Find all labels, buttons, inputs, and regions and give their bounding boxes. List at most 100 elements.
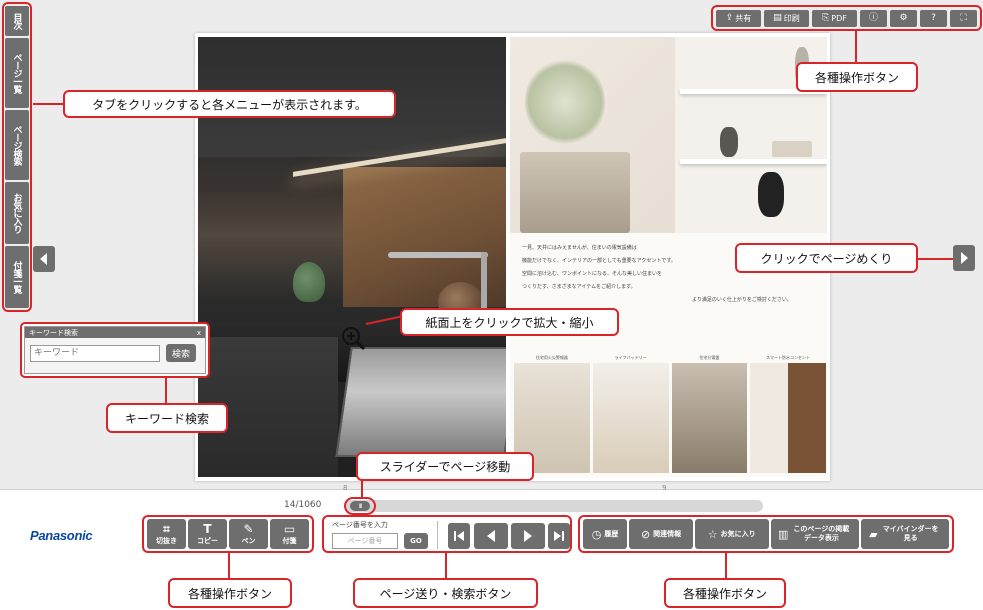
plant-image <box>293 262 325 302</box>
info-button[interactable]: ⓘ <box>860 9 887 27</box>
connector-line <box>725 553 727 578</box>
last-page-button[interactable] <box>548 523 570 549</box>
pdf-label: PDF <box>831 13 847 23</box>
connector-line <box>445 553 447 578</box>
sticky-note-button[interactable]: ▭ 付箋 <box>270 519 309 549</box>
arrow-left-icon <box>40 253 47 265</box>
tab-contents[interactable]: 目次 <box>5 6 29 36</box>
thumbnail-caption: スマート防水コンセント <box>766 355 811 360</box>
page-data-button[interactable]: ▥ このページの掲載データ表示 <box>770 519 859 549</box>
thumbnail-image <box>750 363 826 473</box>
thumbnail-caption: 住宅用火災警報器 <box>535 355 568 360</box>
connector-line <box>33 103 65 105</box>
thumbnail: スマート防水コンセント <box>750 355 826 473</box>
next-button[interactable] <box>511 523 545 549</box>
vase-black-image <box>758 172 784 217</box>
callout-page-turn: クリックでページめくり <box>735 243 918 273</box>
book-data-icon: ▥ <box>777 527 789 541</box>
help-icon: ? <box>931 12 936 23</box>
thumbnail-image <box>592 363 669 473</box>
callout-zoom: 紙面上をクリックで拡大・縮小 <box>400 308 619 336</box>
go-button[interactable]: GO <box>404 533 428 549</box>
folder-icon: ▰ <box>869 527 878 541</box>
pen-button[interactable]: ✎ ペン <box>229 519 268 549</box>
thumbnail: ライフバッテリー <box>592 355 669 473</box>
next-page-button[interactable] <box>953 245 975 271</box>
thumbnail-caption: 住宅分電盤 <box>699 355 720 360</box>
pen-label: ペン <box>241 536 256 545</box>
fullscreen-icon: ⛶ <box>960 12 967 23</box>
tab-page-list[interactable]: ページ一覧 <box>5 38 29 108</box>
page-slider-track[interactable] <box>345 500 763 512</box>
page-slider-knob[interactable]: III <box>350 501 370 511</box>
info-icon: ⓘ <box>868 12 878 23</box>
share-icon: ⇪ <box>725 12 734 23</box>
print-button[interactable]: ▤ 印刷 <box>764 9 809 27</box>
history-button[interactable]: ◷ 履歴 <box>583 519 628 549</box>
favorite-button[interactable]: ☆ お気に入り <box>694 519 769 549</box>
print-icon: ▤ <box>773 12 782 23</box>
callout-slider: スライダーでページ移動 <box>356 452 534 481</box>
my-binder-button[interactable]: ▰ マイバインダーを見る <box>860 519 950 549</box>
top-toolbar: ⇪ 共有 ▤ 印刷 ⎘ PDF ⓘ ⚙ ? ⛶ <box>711 5 982 31</box>
gear-icon: ⚙ <box>899 12 908 23</box>
thumbnail: 住宅分電盤 <box>671 355 748 473</box>
page-number-input[interactable]: ページ番号 <box>332 533 398 549</box>
tool-buttons-group: ⌗ 切抜き T コピー ✎ ペン ▭ 付箋 <box>142 515 314 553</box>
page-slider-highlight: III <box>344 497 376 515</box>
callout-tabs: タブをクリックすると各メニューが表示されます。 <box>63 90 396 118</box>
related-info-button[interactable]: ⊘ 関連情報 <box>629 519 693 549</box>
callout-top-buttons: 各種操作ボタン <box>796 62 918 92</box>
page-counter: 14/1060 <box>284 500 322 510</box>
keyword-search-panel: キーワード検索 x 検索 <box>20 322 210 378</box>
prev-page-button[interactable] <box>33 246 55 272</box>
divider <box>437 521 438 549</box>
text-line: より満足のいく仕上がりをご検討ください。 <box>692 297 792 303</box>
tab-sticky-list[interactable]: 付箋一覧 <box>5 246 29 308</box>
help-button[interactable]: ? <box>920 9 947 27</box>
tab-favorites[interactable]: お気に入り <box>5 182 29 244</box>
arrow-right-icon <box>524 530 532 542</box>
my-binder-label: マイバインダーを見る <box>882 525 939 542</box>
pdf-button[interactable]: ⎘ PDF <box>812 9 857 27</box>
info-buttons-group: ◷ 履歴 ⊘ 関連情報 ☆ お気に入り ▥ このページの掲載データ表示 ▰ マイ… <box>578 515 954 553</box>
keyword-input[interactable] <box>30 344 160 362</box>
connector-line <box>165 378 167 404</box>
keyword-search-row: 検索 <box>25 338 205 368</box>
close-icon[interactable]: x <box>197 329 201 337</box>
brand-logo: Panasonic <box>30 528 93 543</box>
print-label: 印刷 <box>783 13 800 23</box>
share-button[interactable]: ⇪ 共有 <box>716 9 761 27</box>
page-data-label: このページの掲載データ表示 <box>793 525 850 542</box>
sink-image <box>335 347 506 457</box>
pen-icon: ✎ <box>243 521 254 536</box>
thumbnail-caption: ライフバッテリー <box>614 355 647 360</box>
crop-button[interactable]: ⌗ 切抜き <box>147 519 186 549</box>
page-nav-group: ページ番号を入力 ページ番号 GO <box>322 515 572 553</box>
tab-page-search[interactable]: ページ検索 <box>5 110 29 180</box>
flowers-image <box>525 57 605 147</box>
connector-line <box>918 258 953 260</box>
copy-label: コピー <box>197 536 218 545</box>
shelf-lower <box>680 159 827 164</box>
share-label: 共有 <box>735 13 752 23</box>
keyword-search-button[interactable]: 検索 <box>166 344 197 362</box>
fullscreen-button[interactable]: ⛶ <box>950 9 977 27</box>
zoom-icon[interactable] <box>340 325 366 351</box>
history-icon: ◷ <box>591 527 602 541</box>
prev-button[interactable] <box>474 523 508 549</box>
history-label: 履歴 <box>604 529 619 538</box>
settings-button[interactable]: ⚙ <box>890 9 917 27</box>
favorite-label: お気に入り <box>720 529 756 538</box>
books-image <box>772 141 812 157</box>
callout-bottom-right: 各種操作ボタン <box>664 578 786 608</box>
copy-text-button[interactable]: T コピー <box>188 519 227 549</box>
sticky-note-icon: ▭ <box>283 521 296 536</box>
first-page-button[interactable] <box>448 523 470 549</box>
keyword-search-title: キーワード検索 <box>29 328 78 337</box>
app: 一見、天井にはみえませんが、住まいの電気設備は 機能だけでなく、インテリアの一部… <box>0 0 983 610</box>
page-number-label: ページ番号を入力 <box>332 521 388 529</box>
arrow-left-icon <box>487 530 495 542</box>
left-tab-bar: 目次 ページ一覧 ページ検索 お気に入り 付箋一覧 <box>2 2 32 312</box>
keyword-search-inner: キーワード検索 x 検索 <box>24 326 206 374</box>
